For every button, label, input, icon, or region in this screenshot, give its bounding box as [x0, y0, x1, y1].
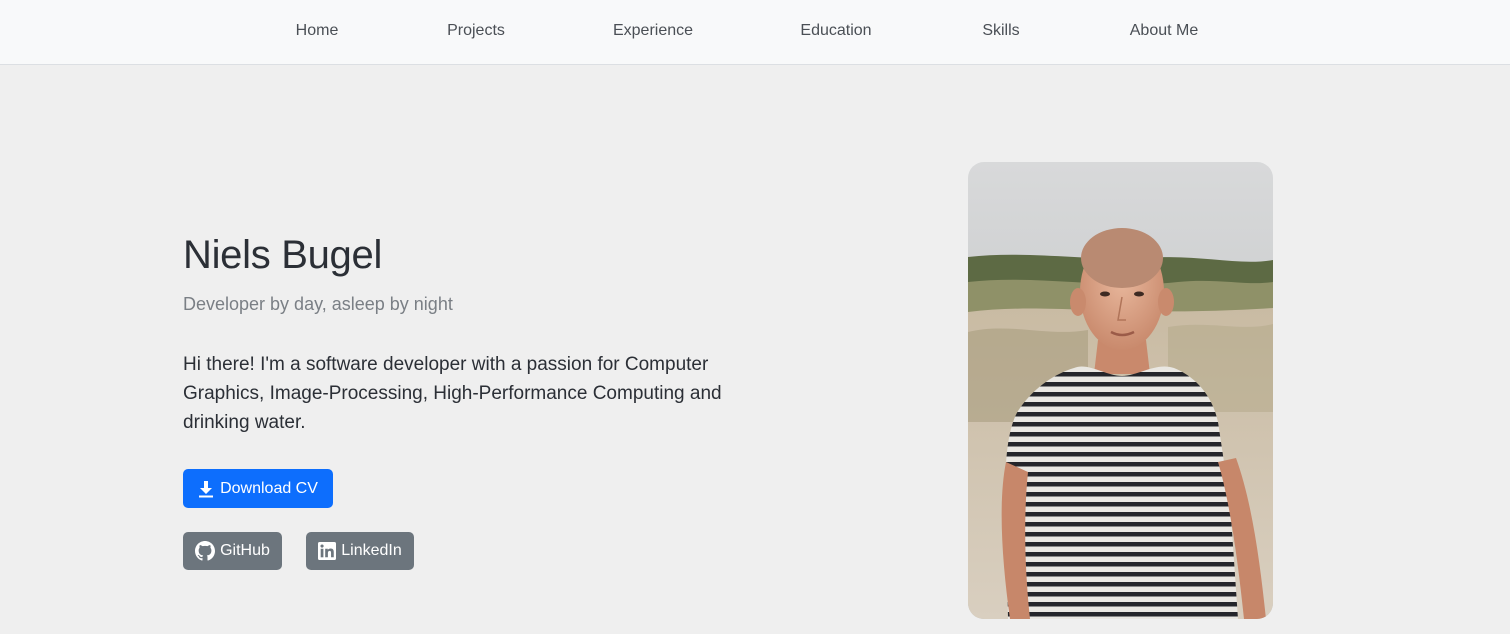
linkedin-label: LinkedIn — [341, 542, 402, 559]
hero-intro: Hi there! I'm a software developer with … — [183, 354, 722, 433]
download-cv-button[interactable]: Download CV — [183, 469, 333, 508]
top-navbar: Home Projects Experience Education Skill… — [0, 0, 1510, 65]
nav-home[interactable]: Home — [296, 22, 339, 40]
nav-projects[interactable]: Projects — [447, 22, 505, 40]
download-cv-label: Download CV — [220, 479, 318, 497]
profile-photo — [968, 162, 1273, 619]
linkedin-icon — [318, 542, 337, 560]
linkedin-button[interactable]: LinkedIn — [306, 532, 414, 570]
nav-skills[interactable]: Skills — [982, 22, 1019, 40]
github-icon — [195, 541, 216, 561]
github-label: GitHub — [220, 542, 270, 559]
nav-experience[interactable]: Experience — [613, 22, 693, 40]
hero-name: Niels Bugel — [183, 233, 383, 277]
github-button[interactable]: GitHub — [183, 532, 282, 570]
nav-education[interactable]: Education — [800, 22, 871, 40]
download-icon — [198, 480, 214, 498]
nav-about-me[interactable]: About Me — [1130, 22, 1198, 40]
hero-tagline: Developer by day, asleep by night — [183, 294, 453, 314]
